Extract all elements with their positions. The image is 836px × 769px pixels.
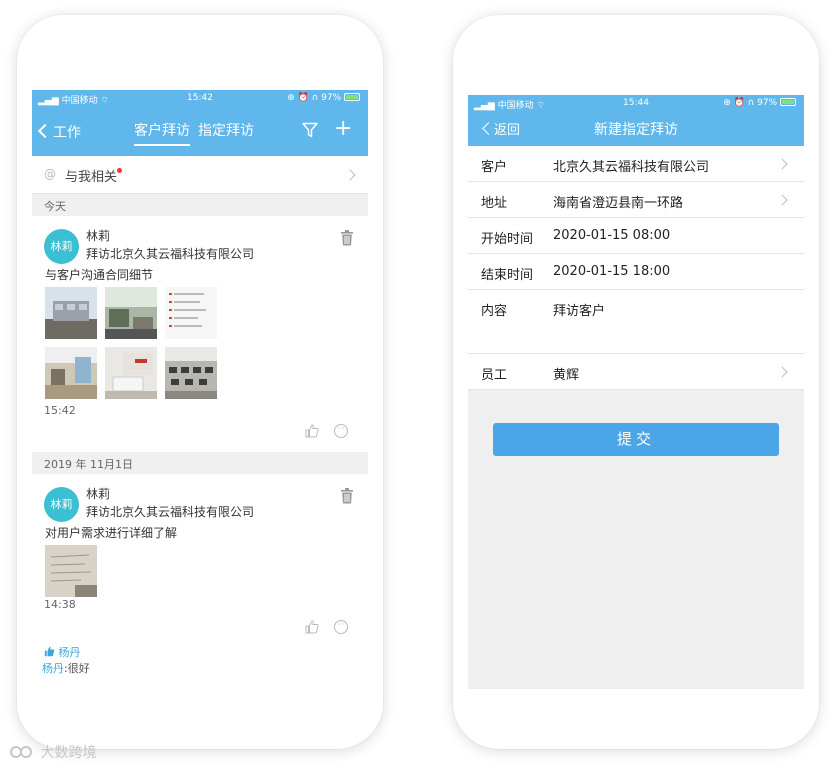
battery-icon (780, 98, 796, 106)
photo-thumbnail[interactable] (45, 545, 97, 597)
back-button[interactable]: 工作 (37, 122, 81, 142)
chevron-right-icon (776, 194, 788, 206)
trash-icon[interactable] (340, 488, 354, 504)
page-title: 新建指定拜访 (594, 122, 678, 138)
comment-text: :很好 (64, 662, 90, 675)
employee-field[interactable]: 员工 黄辉 (468, 354, 804, 390)
start-time-field[interactable]: 开始时间 2020-01-15 08:00 (468, 218, 804, 254)
photo-thumbnail[interactable] (45, 287, 97, 339)
watermark-text: 大数跨境 (40, 745, 97, 761)
photo-thumbnail[interactable] (105, 287, 157, 339)
field-value: 2020-01-15 18:00 (553, 264, 671, 279)
like-icon[interactable] (305, 424, 319, 438)
photo-thumbnail[interactable] (165, 287, 217, 339)
liker-name[interactable]: 杨丹 (59, 646, 81, 659)
date-header: 2019 年 11月1日 (32, 452, 368, 474)
likes-row: 杨丹 (44, 644, 81, 660)
unread-dot (117, 168, 123, 173)
chevron-right-icon (776, 366, 788, 378)
photo-thumbnail[interactable] (105, 347, 157, 399)
address-field[interactable]: 地址 海南省澄迈县南一环路 (468, 182, 804, 218)
post-text: 与客户沟通合同细节 (45, 268, 154, 282)
comment-row: 杨丹:很好 (42, 660, 90, 676)
post-author: 林莉 (86, 229, 111, 243)
status-right: ⊕ ⏰ ∩ 97% (723, 98, 796, 108)
visit-list-screen: ▂▄▆ 中国移动 ⌔ 15:42 ⊕ ⏰ ∩ 97% 工作 客户拜访 指定拜访 +… (32, 90, 368, 700)
visit-form: 客户 北京久其云福科技有限公司 地址 海南省澄迈县南一环路 开始时间 2020-… (468, 146, 804, 390)
left-navbar: 工作 客户拜访 指定拜访 + (32, 108, 368, 156)
customer-field[interactable]: 客户 北京久其云福科技有限公司 (468, 146, 804, 182)
right-navbar: 返回 新建指定拜访 (468, 113, 804, 146)
field-label: 客户 (481, 160, 508, 175)
phone-frame-left: ▂▄▆ 中国移动 ⌔ 15:42 ⊕ ⏰ ∩ 97% 工作 客户拜访 指定拜访 +… (17, 15, 383, 749)
right-header: ▂▄▆ 中国移动 ⌔ 15:44 ⊕ ⏰ ∩ 97% 返回 新建指定拜访 (468, 95, 804, 146)
post-time: 15:42 (44, 404, 76, 417)
watermark: 大数跨境 (10, 742, 96, 762)
tab-bar: 客户拜访 指定拜访 (134, 120, 262, 146)
field-label: 开始时间 (481, 232, 534, 247)
avatar[interactable]: 林莉 (44, 229, 79, 264)
tab-assigned-visit[interactable]: 指定拜访 (198, 120, 254, 144)
post-text: 对用户需求进行详细了解 (45, 526, 178, 540)
field-value: 海南省澄迈县南一环路 (553, 196, 684, 211)
comment-author[interactable]: 杨丹 (42, 662, 64, 675)
field-label: 结束时间 (481, 268, 534, 283)
photo-thumbnail[interactable] (165, 347, 217, 399)
plus-icon[interactable]: + (334, 118, 352, 140)
post-subtitle: 拜访北京久其云福科技有限公司 (86, 247, 255, 261)
visit-post: 林莉 林莉 拜访北京久其云福科技有限公司 对用户需求进行详细了解 14:38 ·… (32, 474, 368, 698)
trash-icon[interactable] (340, 230, 354, 246)
photo-thumbnail[interactable] (45, 347, 97, 399)
chevron-right-icon (776, 158, 788, 170)
submit-button[interactable]: 提交 (493, 423, 779, 456)
visit-post: 林莉 林莉 拜访北京久其云福科技有限公司 与客户沟通合同细节 15:42 ··· (32, 216, 368, 452)
thumbs-up-icon (44, 646, 55, 657)
chevron-left-icon (37, 123, 53, 139)
field-value: 2020-01-15 08:00 (553, 228, 671, 243)
end-time-field[interactable]: 结束时间 2020-01-15 18:00 (468, 254, 804, 290)
field-label: 员工 (481, 368, 508, 383)
field-label: 内容 (481, 304, 508, 319)
status-bar: ▂▄▆ 中国移动 ⌔ 15:44 ⊕ ⏰ ∩ 97% (468, 95, 804, 113)
new-visit-screen: ▂▄▆ 中国移动 ⌔ 15:44 ⊕ ⏰ ∩ 97% 返回 新建指定拜访 客户 … (468, 95, 804, 689)
status-right: ⊕ ⏰ ∩ 97% (287, 93, 360, 103)
at-icon: @ (44, 167, 56, 181)
date-header: 今天 (32, 194, 368, 216)
tab-customer-visit[interactable]: 客户拜访 (134, 120, 190, 146)
field-value: 拜访客户 (553, 304, 606, 319)
filter-icon[interactable] (302, 122, 318, 138)
phone-frame-right: ▂▄▆ 中国移动 ⌔ 15:44 ⊕ ⏰ ∩ 97% 返回 新建指定拜访 客户 … (453, 15, 819, 749)
mentions-label: 与我相关 (65, 166, 123, 185)
mentions-row[interactable]: @ 与我相关 (32, 156, 368, 194)
more-icon[interactable]: ··· (334, 424, 348, 438)
status-bar: ▂▄▆ 中国移动 ⌔ 15:42 ⊕ ⏰ ∩ 97% (32, 90, 368, 108)
like-icon[interactable] (305, 620, 319, 634)
back-label: 工作 (53, 125, 81, 141)
content-field[interactable]: 内容 拜访客户 (468, 290, 804, 354)
battery-icon (344, 93, 360, 101)
field-value: 黄辉 (553, 368, 580, 383)
chevron-right-icon (344, 169, 356, 181)
post-author: 林莉 (86, 487, 111, 501)
post-time: 14:38 (44, 598, 76, 611)
field-label: 地址 (481, 196, 508, 211)
more-icon[interactable]: ··· (334, 620, 348, 634)
left-header: ▂▄▆ 中国移动 ⌔ 15:42 ⊕ ⏰ ∩ 97% 工作 客户拜访 指定拜访 + (32, 90, 368, 156)
watermark-logo-icon (10, 746, 32, 758)
field-value: 北京久其云福科技有限公司 (553, 160, 710, 175)
post-subtitle: 拜访北京久其云福科技有限公司 (86, 505, 255, 519)
avatar[interactable]: 林莉 (44, 487, 79, 522)
